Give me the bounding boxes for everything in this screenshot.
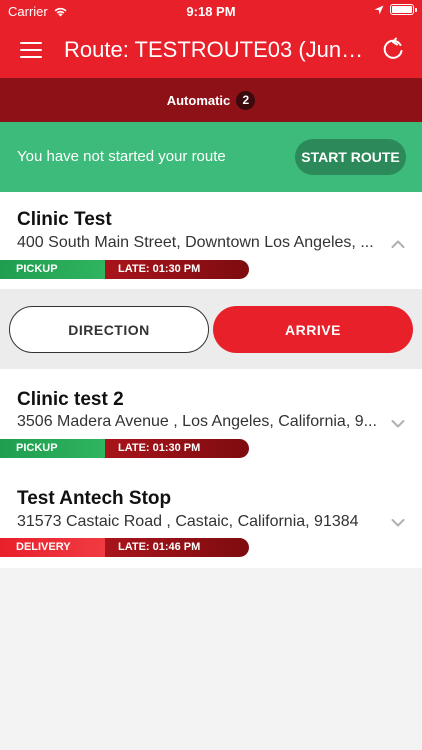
start-route-button[interactable]: START ROUTE [295, 139, 406, 175]
stop-card[interactable]: Test Antech Stop 31573 Castaic Road , Ca… [0, 467, 422, 568]
start-route-banner: You have not started your route START RO… [0, 122, 422, 192]
arrive-button[interactable]: ARRIVE [213, 306, 413, 353]
stop-address: 400 South Main Street, Downtown Los Ange… [17, 234, 374, 251]
stop-address: 3506 Madera Avenue , Los Angeles, Califo… [17, 413, 377, 430]
chevron-down-icon[interactable] [391, 518, 405, 528]
status-bar: Carrier 9:18 PM [0, 0, 422, 22]
stop-tags: DELIVERY LATE: 01:46 PM [0, 538, 249, 557]
stop-type-badge: PICKUP [0, 260, 105, 279]
status-right [374, 4, 417, 15]
direction-button[interactable]: DIRECTION [9, 306, 209, 353]
nav-bar: Route: TESTROUTE03 (Jun 3... [0, 22, 422, 78]
stop-name: Clinic test 2 [17, 389, 124, 410]
filter-label: Automatic [166, 92, 231, 108]
stop-name: Clinic Test [17, 209, 112, 230]
location-arrow-icon [374, 5, 384, 14]
stop-actions: DIRECTION ARRIVE [0, 289, 422, 369]
late-time-badge: LATE: 01:46 PM [105, 538, 249, 557]
chevron-down-icon[interactable] [391, 419, 405, 429]
clock: 9:18 PM [186, 4, 236, 19]
chevron-up-icon[interactable] [391, 239, 405, 249]
stop-card[interactable]: Clinic Test 400 South Main Street, Downt… [0, 192, 422, 289]
stop-type-badge: DELIVERY [0, 538, 105, 557]
filter-bar[interactable]: Automatic 2 [0, 78, 422, 122]
stop-name: Test Antech Stop [17, 488, 172, 509]
stop-address: 31573 Castaic Road , Castaic, California… [17, 513, 359, 530]
refresh-icon[interactable] [380, 36, 406, 62]
battery-icon [390, 4, 417, 15]
stop-type-badge: PICKUP [0, 439, 105, 458]
page-title: Route: TESTROUTE03 (Jun 3... [64, 37, 366, 62]
late-time-badge: LATE: 01:30 PM [105, 439, 249, 458]
late-time-badge: LATE: 01:30 PM [105, 260, 249, 279]
filter-count-badge: 2 [236, 90, 256, 110]
stop-tags: PICKUP LATE: 01:30 PM [0, 439, 249, 458]
route-status-message: You have not started your route [17, 148, 226, 165]
stop-card[interactable]: Clinic test 2 3506 Madera Avenue , Los A… [0, 369, 422, 467]
hamburger-menu-icon[interactable] [20, 42, 42, 58]
stop-tags: PICKUP LATE: 01:30 PM [0, 260, 249, 279]
